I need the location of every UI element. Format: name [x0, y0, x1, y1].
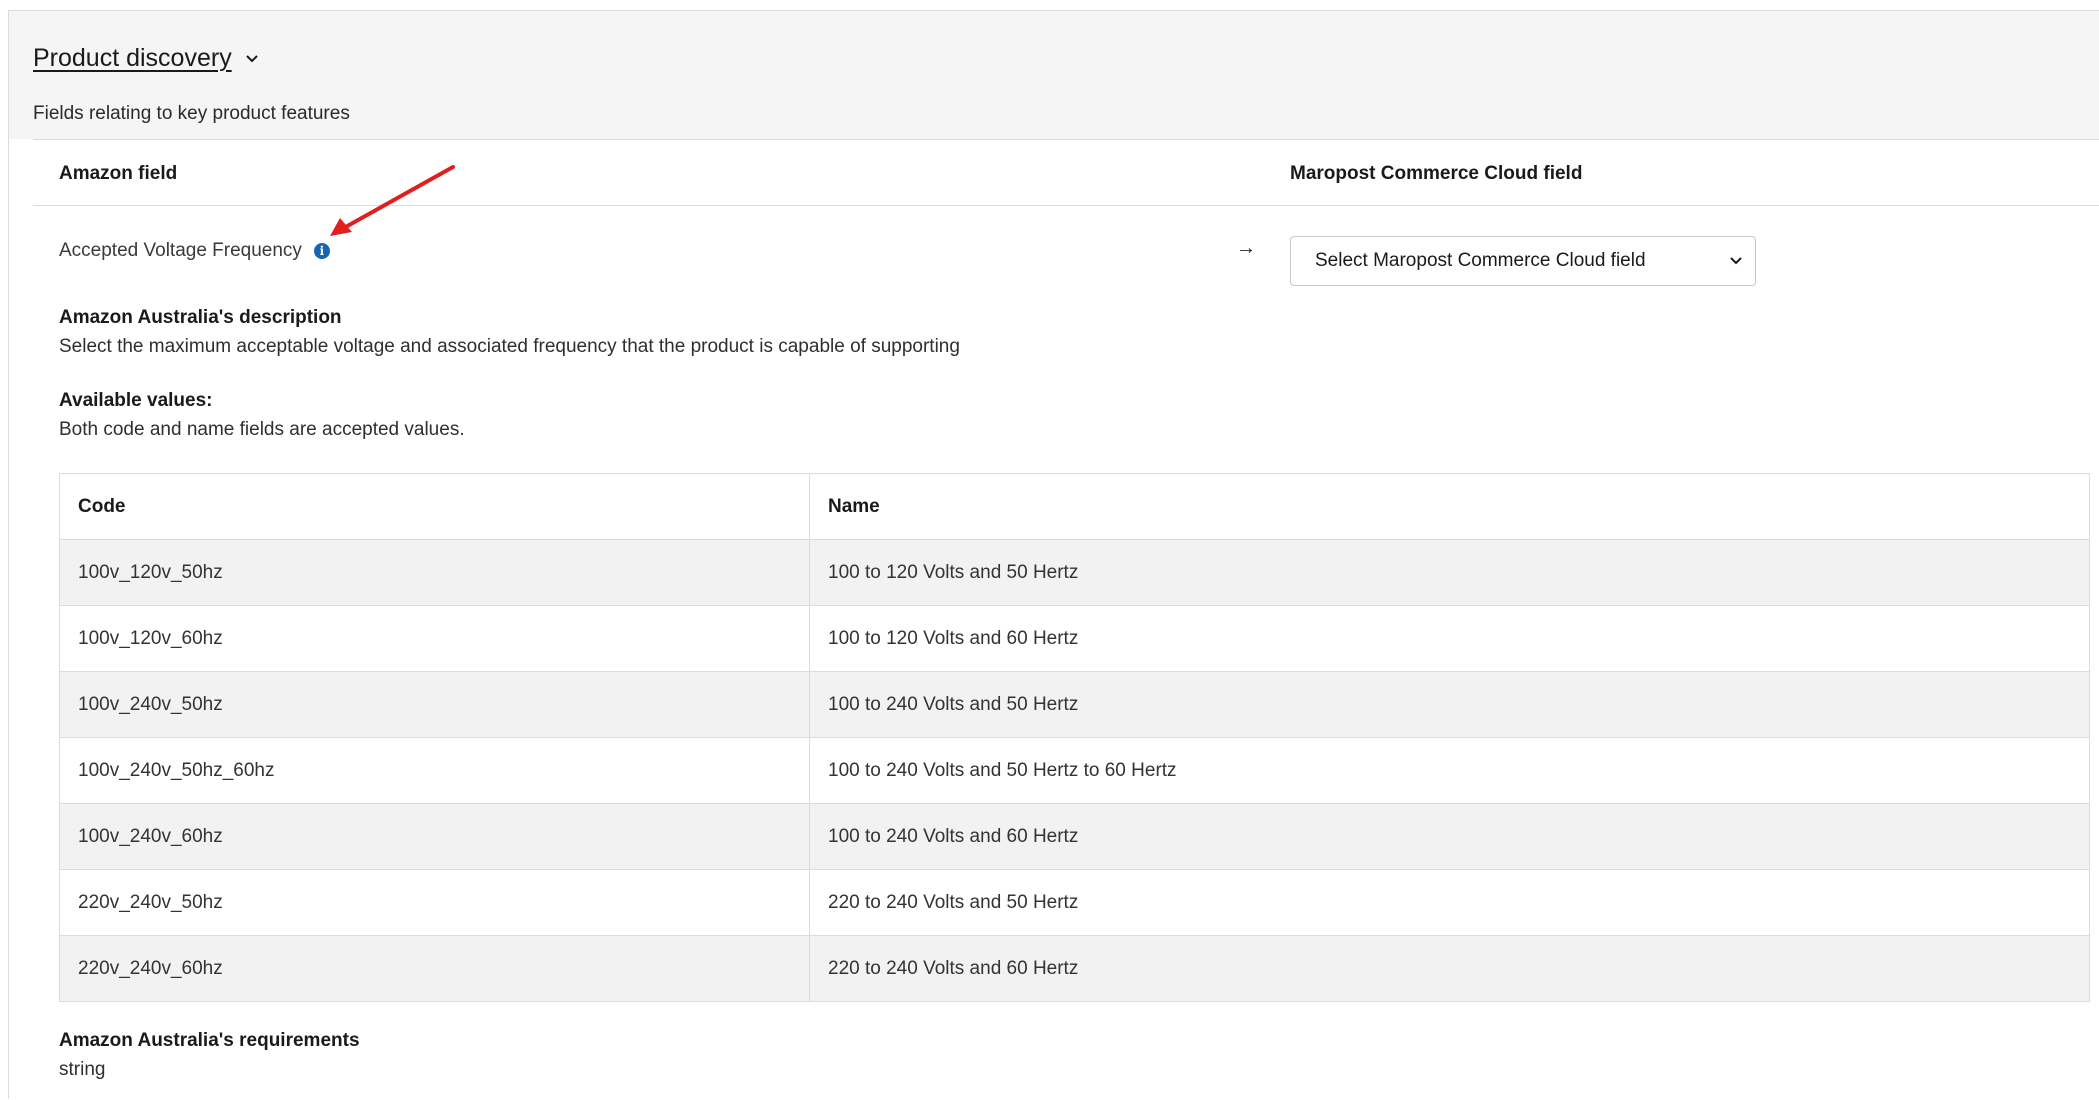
arrow-right-icon: →	[1236, 237, 1256, 259]
code-cell: 100v_240v_50hz	[59, 671, 810, 738]
section-title[interactable]: Product discovery	[33, 44, 232, 73]
name-cell: 100 to 120 Volts and 60 Hertz	[809, 605, 2090, 672]
code-cell: 100v_120v_50hz	[59, 539, 810, 606]
name-cell: 100 to 120 Volts and 50 Hertz	[809, 539, 2090, 606]
description-title: Amazon Australia's description	[59, 307, 342, 328]
code-cell: 100v_240v_60hz	[59, 803, 810, 870]
maropost-field-column-header: Maropost Commerce Cloud field	[1290, 163, 1583, 184]
name-cell: 100 to 240 Volts and 50 Hertz to 60 Hert…	[809, 737, 2090, 804]
description-block: Amazon Australia's description Select th…	[59, 304, 960, 362]
name-cell: 220 to 240 Volts and 50 Hertz	[809, 869, 2090, 936]
section-subtitle: Fields relating to key product features	[33, 103, 350, 124]
maropost-field-select[interactable]: Select Maropost Commerce Cloud field	[1290, 236, 1756, 286]
available-values-table: Code Name 100v_120v_50hz 100 to 120 Volt…	[59, 473, 2090, 1002]
code-cell: 100v_120v_60hz	[59, 605, 810, 672]
description-text: Select the maximum acceptable voltage an…	[59, 336, 960, 357]
table-row: 100v_240v_50hz_60hz 100 to 240 Volts and…	[59, 737, 2090, 804]
table-row: 220v_240v_50hz 220 to 240 Volts and 50 H…	[59, 869, 2090, 936]
chevron-down-icon	[1730, 257, 1742, 265]
field-label-text: Accepted Voltage Frequency	[59, 240, 302, 261]
table-row: 100v_120v_50hz 100 to 120 Volts and 50 H…	[59, 539, 2090, 606]
code-cell: 220v_240v_60hz	[59, 935, 810, 1002]
available-values-text: Both code and name fields are accepted v…	[59, 419, 465, 440]
name-cell: 100 to 240 Volts and 50 Hertz	[809, 671, 2090, 738]
section-toggle[interactable]: Product discovery	[33, 44, 260, 73]
name-cell: 220 to 240 Volts and 60 Hertz	[809, 935, 2090, 1002]
code-cell: 220v_240v_50hz	[59, 869, 810, 936]
requirements-title: Amazon Australia's requirements	[59, 1030, 360, 1051]
values-table-header: Code Name	[59, 473, 2090, 540]
section-header: Product discovery Fields relating to key…	[9, 11, 2099, 139]
name-cell: 100 to 240 Volts and 60 Hertz	[809, 803, 2090, 870]
table-row: 100v_240v_60hz 100 to 240 Volts and 60 H…	[59, 803, 2090, 870]
available-values-block: Available values: Both code and name fie…	[59, 387, 465, 445]
requirements-text: string	[59, 1059, 106, 1080]
requirements-block: Amazon Australia's requirements string	[59, 1027, 360, 1085]
table-row: 100v_240v_50hz 100 to 240 Volts and 50 H…	[59, 671, 2090, 738]
table-row: 220v_240v_60hz 220 to 240 Volts and 60 H…	[59, 935, 2090, 1002]
code-column-header: Code	[59, 473, 810, 540]
table-row: 100v_120v_60hz 100 to 120 Volts and 60 H…	[59, 605, 2090, 672]
name-column-header: Name	[809, 473, 2090, 540]
info-icon[interactable]: i	[313, 243, 330, 259]
red-arrow-annotation-icon	[330, 165, 455, 236]
amazon-field-column-header: Amazon field	[59, 163, 178, 184]
code-cell: 100v_240v_50hz_60hz	[59, 737, 810, 804]
amazon-field-name: Accepted Voltage Frequency i	[59, 240, 330, 262]
field-mapping-table: Amazon field Maropost Commerce Cloud fie…	[33, 139, 2099, 1100]
select-value: Select Maropost Commerce Cloud field	[1315, 250, 1646, 271]
available-values-title: Available values:	[59, 390, 213, 411]
chevron-down-icon[interactable]	[244, 51, 260, 67]
